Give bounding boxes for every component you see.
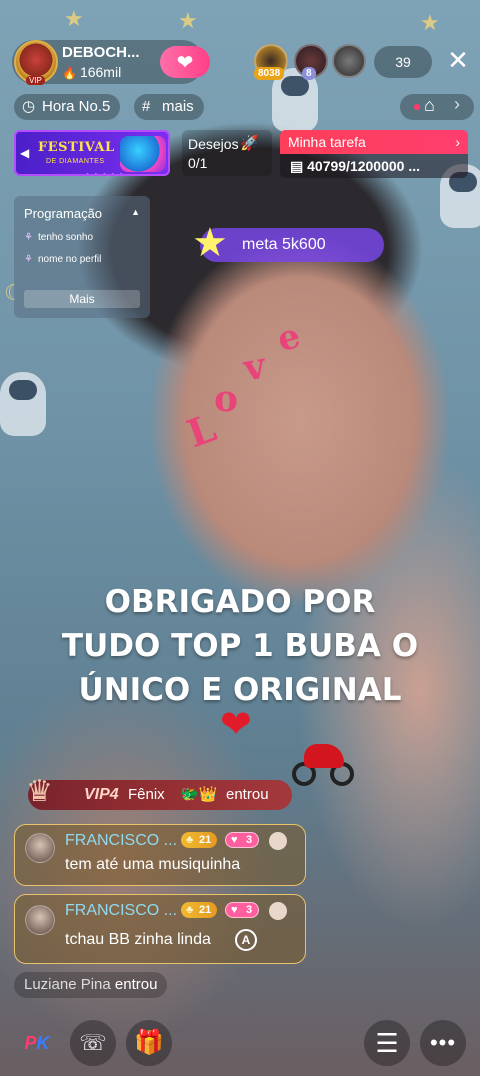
- wishes-value: 0/1: [188, 155, 208, 171]
- flame-icon: 🔥: [62, 66, 77, 80]
- star-decoration-icon: ★: [64, 6, 84, 31]
- entry-username[interactable]: Fênix: [128, 786, 165, 803]
- bike-body: [304, 744, 344, 768]
- host-likes: 🔥 166mil: [62, 64, 121, 80]
- chevron-left-icon: ◀: [20, 146, 30, 160]
- checklist-icon: ▤: [290, 158, 308, 174]
- face-sticker-v: v: [240, 344, 269, 390]
- avatar[interactable]: [25, 833, 55, 863]
- home-chip[interactable]: ⌂ ›: [400, 94, 474, 120]
- star-decoration-icon: ★: [178, 8, 198, 33]
- face-sticker-e: e: [273, 315, 305, 361]
- entry-emoji: 🐲👑: [180, 786, 218, 803]
- home-icon: ⌂: [424, 95, 435, 115]
- gift-icon: ⚘: [24, 232, 33, 243]
- top-viewer-avatar-3[interactable]: [332, 44, 366, 78]
- task-header: Minha tarefa ›: [280, 130, 468, 154]
- call-icon[interactable]: ☏: [70, 1020, 116, 1066]
- stream-caption: OBRIGADO POR TUDO TOP 1 BUBA O ÚNICO E O…: [40, 580, 440, 712]
- chat-username[interactable]: FRANCISCO ...: [65, 832, 177, 850]
- entry-action: entrou: [226, 786, 269, 803]
- level-badge: 21: [181, 902, 218, 918]
- chevron-right-icon: ›: [454, 94, 460, 114]
- chat-message[interactable]: FRANCISCO ... 21 3 tchau BB zinha linda …: [14, 894, 306, 964]
- wishes-widget[interactable]: Desejos 🚀 0/1: [182, 130, 272, 176]
- chevron-right-icon: ›: [455, 134, 460, 150]
- chat-text: tem até uma musiquinha: [65, 856, 241, 873]
- collapse-triangle-icon[interactable]: ▲: [131, 207, 140, 217]
- notification-dot: [414, 104, 420, 110]
- clock-icon: ◷: [22, 98, 36, 115]
- face-sticker-o: o: [214, 378, 239, 420]
- menu-icon[interactable]: ☰: [364, 1020, 410, 1066]
- festival-subtitle: DE DIAMANTES: [46, 158, 105, 165]
- schedule-panel[interactable]: Programação ▲ ⚘ tenho sonho ⚘ nome no perf…: [14, 196, 150, 318]
- host-info-pill[interactable]: VIP DEBOCH... 🔥 166mil ❤: [12, 40, 210, 85]
- pk-battle-button[interactable]: PK: [14, 1020, 60, 1066]
- motorbike-entry-effect: [290, 740, 358, 790]
- host-avatar[interactable]: VIP: [14, 40, 58, 85]
- mini-avatar: [269, 902, 287, 920]
- follow-button[interactable]: ❤: [160, 46, 210, 78]
- rocket-icon: 🚀: [240, 135, 259, 152]
- more-options-icon[interactable]: •••: [420, 1020, 466, 1066]
- translate-icon[interactable]: A: [235, 929, 257, 951]
- host-likes-count: 166mil: [79, 64, 122, 80]
- schedule-item: ⚘ nome no perfil: [24, 254, 101, 265]
- viewer-count[interactable]: 39: [374, 46, 432, 78]
- astronaut-decoration: [0, 372, 46, 436]
- schedule-item-label: nome no perfil: [38, 254, 102, 265]
- schedule-more-button[interactable]: Mais: [24, 290, 140, 308]
- host-name: DEBOCH...: [62, 44, 140, 61]
- chat-text: tchau BB zinha linda: [65, 931, 211, 948]
- fan-badge: 3: [225, 902, 260, 918]
- caption-line: OBRIGADO POR: [104, 584, 376, 620]
- avatar[interactable]: [25, 905, 55, 935]
- festival-title: FESTIVAL: [38, 140, 115, 155]
- wishes-label: Desejos: [188, 136, 239, 152]
- pk-p-letter: P: [24, 1033, 37, 1053]
- star-icon: ★: [192, 221, 228, 265]
- gift-box-icon[interactable]: 🎁: [126, 1020, 172, 1066]
- fan-badge: 3: [225, 832, 260, 848]
- schedule-item: ⚘ tenho sonho: [24, 232, 93, 243]
- user-joined-notice: Luziane Pina entrou: [14, 972, 168, 998]
- task-widget[interactable]: Minha tarefa › ▤ 40799/1200000 ...: [280, 130, 468, 178]
- task-progress-value: 40799/1200000 ...: [307, 158, 421, 174]
- vip-wings-icon: ♛: [26, 775, 53, 808]
- caption-line: TUDO TOP 1 BUBA O: [61, 628, 419, 664]
- mini-avatar: [269, 832, 287, 850]
- caption-heart-icon: ❤: [220, 704, 252, 746]
- chat-message[interactable]: FRANCISCO ... 21 3 tem até uma musiquinh…: [14, 824, 306, 886]
- close-icon[interactable]: ✕: [444, 46, 472, 74]
- vip-level: VIP4: [84, 786, 119, 803]
- top-viewer-badge-1: 8038: [254, 67, 285, 80]
- hour-ranking-chip[interactable]: ◷ Hora No.5: [14, 94, 121, 120]
- star-decoration-icon: ★: [420, 10, 440, 35]
- hour-ranking-label: Hora No.5: [42, 98, 111, 115]
- task-progress: ▤ 40799/1200000 ...: [280, 154, 468, 178]
- host-vip-badge: VIP: [26, 76, 45, 85]
- joined-username[interactable]: Luziane Pina: [24, 976, 111, 993]
- gift-icon: ⚘: [24, 254, 33, 265]
- level-badge: 21: [181, 832, 218, 848]
- joined-action: entrou: [114, 976, 158, 993]
- task-label: Minha tarefa: [288, 134, 366, 150]
- top-viewer-badge-2: 8: [302, 67, 316, 80]
- goal-text: meta 5k600: [242, 236, 326, 253]
- goal-pill[interactable]: ★ meta 5k600: [192, 222, 384, 264]
- schedule-title: Programação: [24, 206, 103, 221]
- pk-k-letter: K: [36, 1033, 50, 1053]
- heart-wings-icon: ❤: [176, 51, 194, 74]
- more-tags-label: mais: [162, 98, 194, 115]
- hashtag-icon: #: [142, 98, 151, 115]
- festival-banner[interactable]: ◀ FESTIVAL DE DIAMANTES ● ● ● ● ●: [14, 130, 170, 176]
- schedule-item-label: tenho sonho: [38, 232, 94, 243]
- festival-mascot-image: [120, 136, 166, 172]
- chat-username[interactable]: FRANCISCO ...: [65, 902, 177, 920]
- vip-entry-banner: ♛ VIP4 Fênix 🐲👑 entrou: [26, 775, 292, 810]
- more-tags-chip[interactable]: # mais: [134, 94, 204, 120]
- banner-pager-dots: ● ● ● ● ●: [86, 172, 125, 176]
